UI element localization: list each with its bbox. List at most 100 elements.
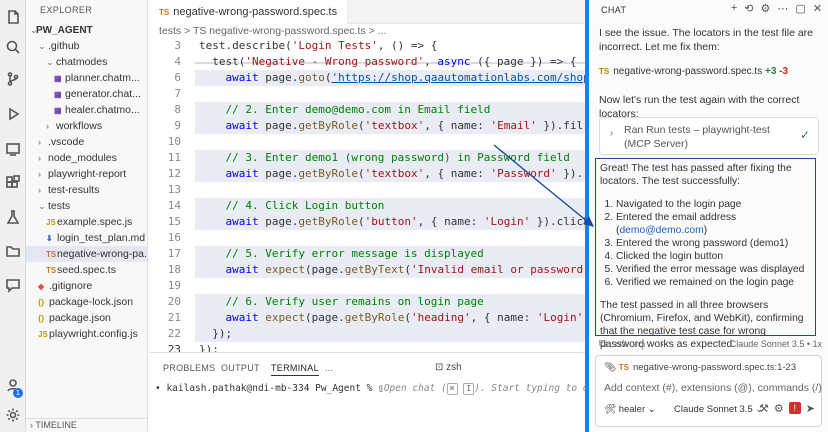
git-file-icon: ◆ [38, 282, 45, 291]
email-link[interactable]: demo@demo.com [619, 225, 703, 236]
tree-item[interactable]: › node_modules [26, 150, 147, 166]
code-line[interactable]: 14 // 4. Click Login button [149, 198, 585, 214]
thumbs-down-icon[interactable]: 👎︎ [634, 338, 645, 351]
code-line[interactable]: 6 await page.goto('https://shop.qaautoma… [149, 70, 585, 86]
code-line[interactable]: 12 await page.getByRole('textbox', { nam… [149, 166, 585, 182]
files-icon[interactable] [4, 8, 22, 26]
code-line[interactable]: 23}); [149, 342, 585, 352]
tree-item[interactable]: › workflows [26, 118, 147, 134]
edited-file-name: negative-wrong-password.spec.ts [613, 66, 763, 77]
code-token: async [437, 55, 471, 68]
copy-icon[interactable]: ⧉ [599, 338, 607, 351]
source-control-icon[interactable] [4, 70, 22, 88]
code-line[interactable]: 9 await page.getByRole('textbox', { name… [149, 118, 585, 134]
thumbs-up-icon[interactable]: 👍︎ [615, 338, 627, 351]
tree-item[interactable]: ▦ generator.chat... [26, 86, 147, 102]
panel-tab[interactable]: ... [325, 363, 333, 373]
attach-icon[interactable]: 📎︎ [604, 362, 619, 373]
extensions-icon[interactable] [4, 174, 22, 192]
settings-icon[interactable]: ⚙ [761, 2, 771, 15]
more-icon[interactable]: ⋯ [777, 2, 788, 15]
panel-tab[interactable]: TERMINAL [271, 363, 319, 376]
editor-tab-active[interactable]: TS negative-wrong-password.spec.ts [149, 0, 348, 24]
editor-tab-label: negative-wrong-password.spec.ts [173, 6, 338, 18]
configure-tools-icon[interactable]: ⚙ [774, 402, 784, 415]
code-line[interactable]: 19 [149, 278, 585, 294]
run-debug-icon[interactable] [4, 105, 22, 123]
new-chat-icon[interactable]: + [731, 2, 737, 15]
code-token: test.describe( [199, 39, 292, 52]
tree-item[interactable]: ⬇ login_test_plan.md [26, 230, 147, 246]
chat-input-placeholder[interactable]: Add context (#), extensions (@), command… [604, 382, 822, 394]
search-icon[interactable] [4, 38, 22, 56]
code-line[interactable]: 11 // 3. Enter demo1 (wrong password) in… [149, 150, 585, 166]
tree-item[interactable]: JSplaywright.config.js [26, 326, 147, 342]
lines-added: +3 [764, 66, 777, 77]
tree-item[interactable]: ⌄ chatmodes [26, 54, 147, 70]
tree-item[interactable]: › playwright-report [26, 166, 147, 182]
tree-item[interactable]: {} package.json [26, 310, 147, 326]
folder-icon[interactable] [4, 242, 22, 260]
code-line[interactable]: 13 [149, 182, 585, 198]
tool-call-box[interactable]: › Ran Run tests – playwright-test (MCP S… [599, 117, 819, 155]
terminal-line[interactable]: • kailash.pathak@ndi-mb-334 Pw_Agent % ▯… [155, 383, 629, 395]
tree-item-label: example.spec.js [57, 216, 133, 228]
code-line[interactable]: 17 // 5. Verify error message is display… [149, 246, 585, 262]
tool-call-label: Ran Run tests – playwright-test (MCP Ser… [624, 124, 770, 150]
tree-item[interactable]: JSexample.spec.js [26, 214, 147, 230]
tree-item[interactable]: › test-results [26, 182, 147, 198]
edited-file-chip[interactable]: TS negative-wrong-password.spec.ts +3 -3 [599, 66, 788, 77]
code-line[interactable]: 20 // 6. Verify user remains on login pa… [149, 294, 585, 310]
code-line[interactable]: 21 await expect(page.getByRole('heading'… [149, 310, 585, 326]
remote-explorer-icon[interactable] [4, 140, 22, 158]
project-root[interactable]: ⌄PW_AGENT [26, 22, 147, 38]
mode-picker[interactable]: 🛠︎ healer ⌄ [604, 404, 656, 415]
step-item: Verified the error message was displayed [616, 263, 811, 276]
collapse-icon[interactable]: ▢ [795, 2, 805, 15]
testing-icon[interactable] [4, 208, 22, 226]
tree-item[interactable]: › .vscode [26, 134, 147, 150]
context-chip[interactable]: 📎︎ TS negative-wrong-password.spec.ts:1-2… [604, 362, 796, 373]
timeline-section[interactable]: › TIMELINE [26, 418, 147, 432]
code-line[interactable]: 8 // 2. Enter demo@demo.com in Email fie… [149, 102, 585, 118]
send-icon[interactable]: ➤ [806, 402, 815, 415]
code-line[interactable]: 15 await page.getByRole('button', { name… [149, 214, 585, 230]
tree-item-label: .gitignore [49, 280, 93, 292]
code-token: ( [404, 311, 411, 324]
chat-input[interactable]: 📎︎ TS negative-wrong-password.spec.ts:1-2… [595, 355, 822, 427]
ts-file-icon: TS [46, 266, 57, 275]
warning-icon[interactable]: ! [788, 402, 801, 414]
history-icon[interactable]: ⟲ [744, 2, 753, 15]
chat-icon[interactable] [4, 276, 22, 294]
terminal-shell[interactable]: ⊡ zsh [435, 362, 462, 373]
code-line[interactable]: 22 }); [149, 326, 585, 342]
model-picker[interactable]: Claude Sonnet 3.5 ⌄ [674, 404, 763, 415]
tree-item-label: package-lock.json [49, 296, 134, 308]
json-file-icon: {} [38, 314, 45, 323]
panel-tab[interactable]: OUTPUT [221, 363, 260, 373]
tree-item-label: workflows [56, 120, 103, 132]
close-icon[interactable]: ✕ [813, 2, 822, 15]
code-line[interactable]: 18 await expect(page.getByText('Invalid … [149, 262, 585, 278]
code-line[interactable]: 3 test.describe('Login Tests', () => { [149, 38, 585, 54]
code-text: // 6. Verify user remains on login page [199, 294, 483, 310]
tree-item[interactable]: ⌄ tests [26, 198, 147, 214]
code-token: 'Password' [490, 167, 557, 180]
code-line[interactable]: 16 [149, 230, 585, 246]
tree-item[interactable]: ▦ healer.chatmo... [26, 102, 147, 118]
tree-item[interactable]: {} package-lock.json [26, 294, 147, 310]
breadcrumb[interactable]: tests > TS negative-wrong-password.spec.… [159, 25, 386, 37]
code-text: await expect(page.getByText('Invalid ema… [199, 262, 584, 278]
more-icon[interactable]: ⋯ [654, 338, 665, 351]
settings-gear-icon[interactable] [4, 406, 22, 424]
tree-item[interactable]: ⌄ .github [26, 38, 147, 54]
tools-icon[interactable]: ⚒ [759, 402, 769, 415]
code-line[interactable]: 4 test('Negative - Wrong password', asyn… [149, 54, 585, 70]
tree-item[interactable]: TSseed.spec.ts [26, 262, 147, 278]
tree-item[interactable]: ◆ .gitignore [26, 278, 147, 294]
tree-item[interactable]: TSnegative-wrong-pa... [26, 246, 147, 262]
code-line[interactable]: 10 [149, 134, 585, 150]
tree-item[interactable]: ▦ planner.chatm... [26, 70, 147, 86]
code-line[interactable]: 7 [149, 86, 585, 102]
panel-tab[interactable]: PROBLEMS [163, 363, 215, 373]
